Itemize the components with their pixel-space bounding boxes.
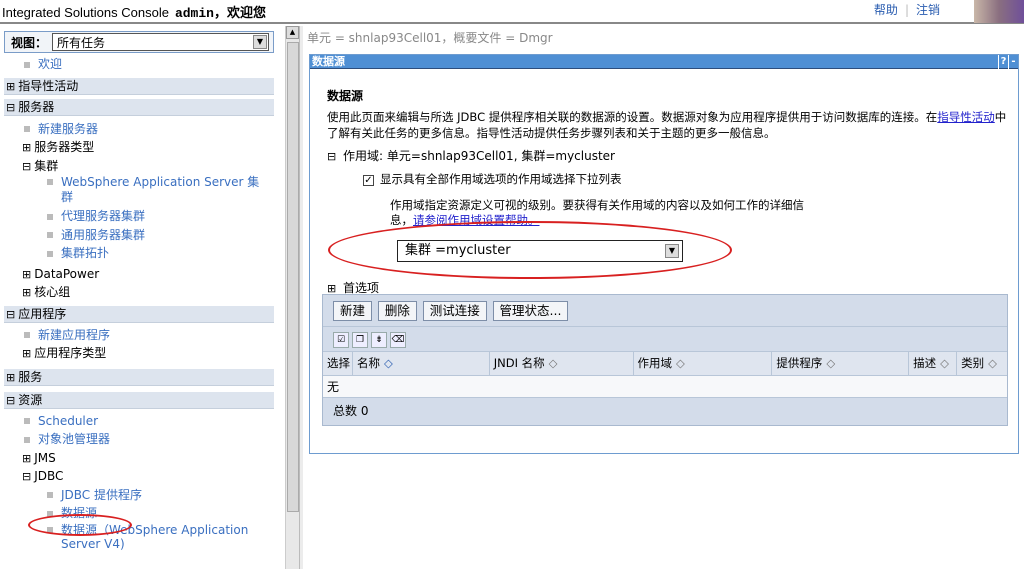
expand-icon: ⊞ — [6, 79, 16, 93]
bullet-icon — [47, 492, 53, 498]
show-all-scopes-checkbox[interactable]: ✓ 显示具有全部作用域选项的作用域选择下拉列表 — [363, 171, 622, 187]
help-icon[interactable]: ? — [998, 55, 1008, 69]
welcome-user: admin，欢迎您 — [174, 6, 266, 21]
col-scope[interactable]: 作用域 ◇ — [634, 352, 773, 375]
expand-icon: ⊞ — [6, 370, 16, 384]
nav-scheduler[interactable]: Scheduler — [38, 414, 98, 428]
bullet-icon — [47, 232, 53, 238]
chevron-down-icon: ▼ — [253, 35, 267, 49]
view-selector: 视图： 所有任务 ▼ — [4, 31, 274, 53]
page-title: 数据源 — [327, 89, 364, 103]
collapse-icon: ⊟ — [327, 150, 337, 163]
scroll-up-icon: ▲ — [286, 26, 299, 39]
nav-jms[interactable]: ⊞ JMS — [0, 449, 285, 468]
bullet-icon — [47, 179, 53, 185]
nav-jdbc[interactable]: ⊟ JDBC — [0, 467, 285, 486]
expand-icon: ⊞ — [22, 267, 32, 281]
scope-toggle[interactable]: ⊟ 作用域: 单元=shnlap93Cell01, 集群=mycluster — [327, 147, 615, 164]
expand-icon: ⊞ — [22, 451, 32, 465]
data-sources-panel: 数据源? - 数据源 使用此页面来编辑与所选 JDBC 提供程序相关联的数据源的设… — [309, 54, 1019, 454]
nav-core-groups[interactable]: ⊞ 核心组 — [0, 283, 285, 302]
nav-scrollbar[interactable]: ▲ — [285, 26, 299, 569]
logout-link[interactable]: 注销 — [916, 3, 940, 17]
nav-clusters[interactable]: ⊟ 集群 — [0, 157, 285, 176]
data-sources-table: 新建 删除 测试连接 管理状态... ☑ ❐ ⇟ ⌫ 选择 名称 ◇ JNDI 名称 ◇ … — [322, 294, 1008, 426]
delete-button[interactable]: 删除 — [377, 301, 417, 321]
col-name[interactable]: 名称 ◇ — [353, 352, 490, 375]
minimize-icon[interactable]: - — [1008, 55, 1018, 69]
bullet-icon — [47, 213, 53, 220]
clear-filter-icon[interactable]: ⌫ — [390, 332, 406, 348]
nav-object-pool[interactable]: 对象池管理器 — [38, 432, 110, 446]
collapse-icon: ⊟ — [6, 307, 16, 321]
bullet-icon — [47, 250, 53, 257]
sort-icon: ◇ — [676, 356, 685, 370]
nav-new-app[interactable]: 新建应用程序 — [38, 328, 110, 342]
nav-section-apps[interactable]: ⊟ 应用程序 — [4, 305, 274, 323]
app-title: Integrated Solutions Console admin，欢迎您 — [2, 5, 266, 21]
col-category[interactable]: 类别 ◇ — [957, 352, 1007, 375]
show-filter-icon[interactable]: ⇟ — [371, 332, 387, 348]
panel-title: 数据源 — [312, 55, 345, 68]
test-connection-button[interactable]: 测试连接 — [422, 301, 487, 321]
expand-icon: ⊞ — [22, 286, 32, 299]
navigation-tree: 视图： 所有任务 ▼ 欢迎 ⊞ 指导性活动 ⊟ 服务器 新建服务器 ⊞ 服务器类型 ⊟ 集… — [0, 26, 285, 569]
nav-section-servers[interactable]: ⊟ 服务器 — [4, 98, 274, 116]
nav-proxy-clusters[interactable]: 代理服务器集群 — [61, 209, 145, 223]
expand-icon: ⊞ — [22, 347, 32, 360]
bullet-icon — [24, 418, 30, 424]
col-provider[interactable]: 提供程序 ◇ — [772, 352, 910, 375]
nav-datapower[interactable]: ⊞ DataPower — [0, 265, 285, 284]
nav-cluster-topology[interactable]: 集群拓扑 — [61, 246, 109, 260]
nav-section-guided[interactable]: ⊞ 指导性活动 — [4, 77, 274, 95]
banner-image — [974, 0, 1024, 23]
nav-jdbc-providers[interactable]: JDBC 提供程序 — [61, 488, 142, 502]
sort-icon: ◇ — [383, 356, 393, 370]
view-select[interactable]: 所有任务 ▼ — [52, 33, 269, 51]
nav-app-types[interactable]: ⊞ 应用程序类型 — [0, 344, 285, 363]
collapse-icon: ⊟ — [22, 159, 32, 173]
nav-was-clusters[interactable]: WebSphere Application Server 集群 — [61, 175, 259, 205]
collapse-icon: ⊟ — [6, 393, 16, 407]
new-button[interactable]: 新建 — [333, 301, 373, 321]
bullet-icon — [24, 126, 30, 132]
nav-welcome[interactable]: 欢迎 — [38, 57, 62, 71]
highlight-oval — [328, 221, 732, 279]
breadcrumb: 单元 = shnlap93Cell01，概要文件 = Dmgr — [307, 31, 553, 45]
highlight-oval — [28, 514, 132, 536]
nav-server-types[interactable]: ⊞ 服务器类型 — [0, 138, 285, 157]
select-all-icon[interactable]: ☑ — [333, 332, 349, 348]
col-description[interactable]: 描述 ◇ — [909, 352, 958, 375]
sort-icon: ◇ — [940, 356, 949, 370]
checkbox-checked-icon: ✓ — [363, 175, 374, 186]
page-description: 使用此页面来编辑与所选 JDBC 提供程序相关联的数据源的设置。数据源对象为应用… — [327, 110, 1007, 140]
empty-row: 无 — [323, 376, 1007, 398]
header: Integrated Solutions Console admin，欢迎您 帮助… — [0, 0, 1024, 24]
collapse-icon: ⊟ — [22, 470, 32, 483]
nav-section-resources[interactable]: ⊟ 资源 — [4, 391, 274, 409]
col-jndi[interactable]: JNDI 名称 ◇ — [490, 352, 634, 375]
collapse-icon: ⊟ — [6, 100, 16, 114]
nav-generic-clusters[interactable]: 通用服务器集群 — [61, 228, 145, 242]
sort-icon: ◇ — [988, 356, 997, 370]
scroll-thumb — [287, 42, 299, 512]
nav-section-services[interactable]: ⊞ 服务 — [4, 368, 274, 386]
col-select: 选择 — [323, 352, 353, 375]
bullet-icon — [24, 332, 30, 338]
frame-divider[interactable] — [299, 26, 303, 569]
bullet-icon — [24, 436, 30, 443]
bullet-icon — [24, 61, 30, 68]
total-count: 总数 0 — [333, 404, 369, 418]
main-content: 单元 = shnlap93Cell01，概要文件 = Dmgr 数据源? - 数据… — [305, 26, 1024, 569]
deselect-all-icon[interactable]: ❐ — [352, 332, 368, 348]
expand-icon: ⊞ — [22, 141, 32, 154]
help-link[interactable]: 帮助 — [874, 3, 898, 17]
manage-state-button[interactable]: 管理状态... — [492, 301, 569, 321]
sort-icon: ◇ — [826, 356, 836, 370]
nav-new-server[interactable]: 新建服务器 — [38, 122, 98, 136]
sort-icon: ◇ — [548, 356, 558, 370]
guided-activities-link[interactable]: 指导性活动 — [937, 110, 995, 124]
